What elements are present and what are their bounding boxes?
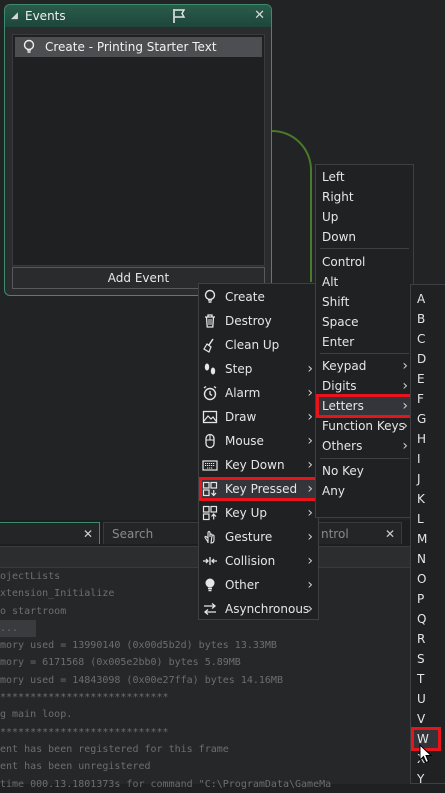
close-icon[interactable]: ✕	[83, 523, 93, 545]
swap-arrows-icon	[203, 603, 217, 615]
menu-item-gesture[interactable]: Gesture ›	[199, 525, 318, 549]
menu-item-create[interactable]: Create	[199, 285, 318, 309]
log-line: ent has been unregistered	[0, 761, 151, 773]
submenu-arrow-icon: ›	[307, 385, 313, 401]
menu-item-mouse[interactable]: Mouse ›	[199, 429, 318, 453]
collapse-icon[interactable]: ◢	[11, 5, 18, 27]
menu-item-key-up[interactable]: Key Up ›	[199, 501, 318, 525]
submenu-arrow-icon: ›	[307, 361, 313, 377]
menu-item-other[interactable]: Other ›	[199, 573, 318, 597]
submenu-arrow-icon: ›	[307, 529, 313, 545]
submenu-arrow-icon: ›	[307, 481, 313, 497]
alarm-clock-icon	[203, 385, 217, 401]
log-line: ****************************	[0, 726, 169, 738]
log-line: mory used = 13990140 (0x00d5b2d) bytes 1…	[0, 640, 277, 652]
submenu-arrow-icon: ›	[307, 457, 313, 473]
log-line: ****************************	[0, 692, 169, 704]
log-line: mory used = 14843098 (0x00e27ffa) bytes …	[0, 674, 283, 686]
broom-icon	[203, 338, 214, 353]
menu-item-letter[interactable]: Y	[411, 767, 445, 791]
hand-icon	[204, 530, 215, 544]
close-icon[interactable]: ✕	[385, 523, 395, 545]
close-icon[interactable]: ✕	[254, 5, 265, 27]
footsteps-icon	[204, 363, 216, 375]
events-list: Create - Printing Starter Text	[12, 34, 265, 266]
key-pressed-submenu: Left Right Up Down Control Alt Shift Spa…	[315, 164, 414, 518]
tab-search-results[interactable]: Search Results	[103, 522, 201, 563]
menu-item-down[interactable]: Down	[316, 225, 413, 249]
lightbulb-icon	[204, 289, 216, 303]
menu-item-alarm[interactable]: Alarm ›	[199, 381, 318, 405]
events-title-bar[interactable]: ◢ Events ✕	[5, 5, 271, 27]
flag-icon[interactable]	[171, 8, 187, 24]
log-line: time 000.13.1801373s for command "C:\Pro…	[0, 778, 332, 790]
menu-item-step[interactable]: Step ›	[199, 357, 318, 381]
tab-output[interactable]: ✕	[0, 522, 100, 544]
mouse-pointer-icon	[419, 744, 433, 764]
log-line: ...	[0, 619, 36, 638]
lightbulb-icon	[205, 578, 215, 592]
menu-item-any[interactable]: Any	[316, 479, 413, 503]
log-line: mory = 6171568 (0x005e2bb0) bytes 5.89MB	[0, 657, 241, 669]
collision-icon	[203, 557, 217, 565]
event-label: Create - Printing Starter Text	[45, 40, 217, 54]
tab-label: ntrol	[321, 527, 349, 541]
event-item-create[interactable]: Create - Printing Starter Text	[15, 37, 262, 57]
menu-item-enter[interactable]: Enter	[316, 330, 413, 354]
keyboard-icon	[202, 460, 218, 471]
menu-item-key-pressed[interactable]: Key Pressed ›	[199, 477, 318, 501]
menu-item-key-down[interactable]: Key Down ›	[199, 453, 318, 477]
lightbulb-icon	[23, 39, 35, 53]
events-title: Events	[25, 9, 66, 23]
key-pressed-icon	[202, 481, 218, 497]
tab-control[interactable]: ntrol ✕	[312, 522, 402, 544]
menu-item-clean-up[interactable]: Clean Up	[199, 333, 318, 357]
submenu-arrow-icon: ›	[307, 553, 313, 569]
picture-icon	[202, 410, 218, 424]
menu-item-destroy[interactable]: Destroy	[199, 309, 318, 333]
trash-icon	[205, 314, 215, 328]
events-window: ◢ Events ✕ Create - Printing Starter Tex…	[4, 4, 272, 296]
menu-item-draw[interactable]: Draw ›	[199, 405, 318, 429]
key-up-icon	[202, 505, 218, 521]
mouse-icon	[205, 433, 215, 449]
submenu-arrow-icon: ›	[307, 409, 313, 425]
submenu-arrow-icon: ›	[307, 601, 313, 617]
menu-item-collision[interactable]: Collision ›	[199, 549, 318, 573]
menu-item-asynchronous[interactable]: Asynchronous ›	[199, 597, 318, 621]
log-line: ent has been registered for this frame	[0, 743, 229, 755]
menu-separator	[320, 248, 409, 249]
submenu-arrow-icon: ›	[307, 433, 313, 449]
event-type-menu: Create Destroy Clean Up Step › Alarm › D…	[198, 283, 319, 620]
submenu-arrow-icon: ›	[307, 577, 313, 593]
menu-item-others[interactable]: Others ›	[316, 434, 413, 458]
letters-submenu: A B C D E F G H I J K L M N O P Q R S T …	[410, 284, 445, 786]
submenu-arrow-icon: ›	[402, 438, 408, 454]
log-line: g main loop.	[0, 709, 73, 721]
submenu-arrow-icon: ›	[307, 505, 313, 521]
